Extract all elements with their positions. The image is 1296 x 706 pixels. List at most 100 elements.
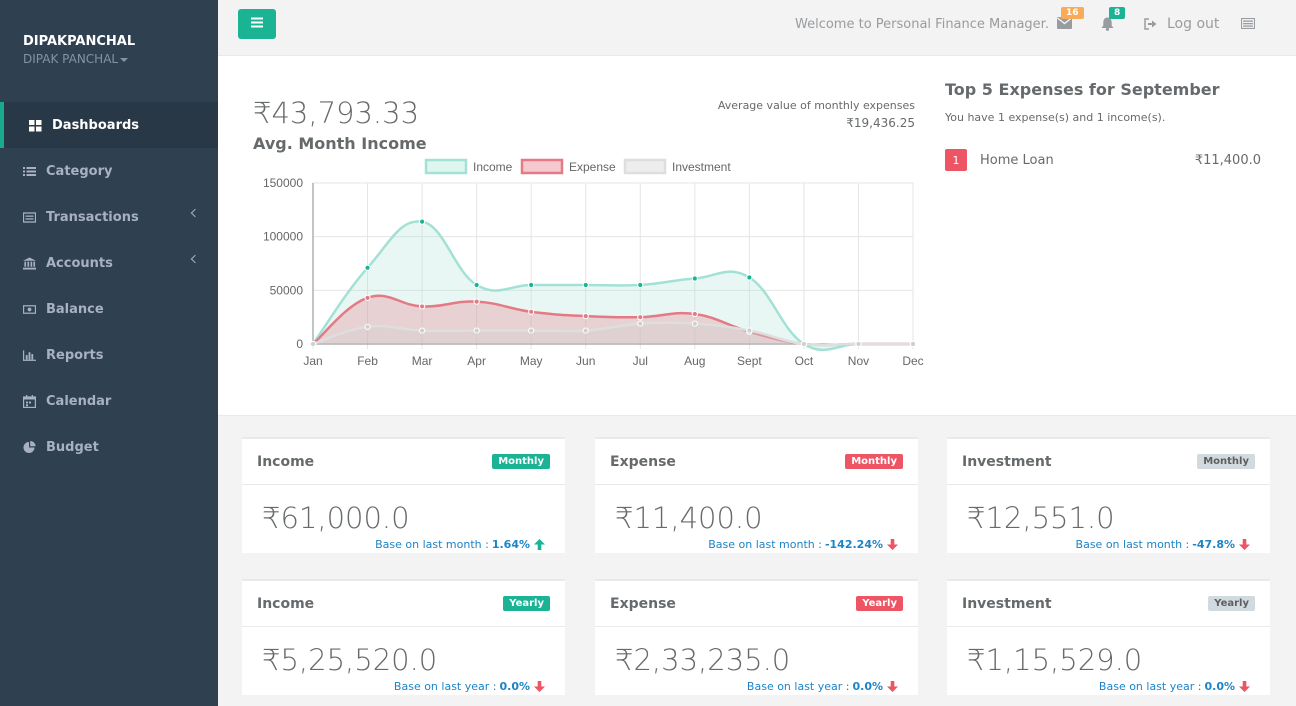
- overview-panel: ₹43,793.33 Avg. Month Income Average val…: [218, 56, 1296, 416]
- logout-label: Log out: [1167, 16, 1220, 32]
- arrow-down-icon: [887, 539, 898, 550]
- list-icon: [23, 165, 36, 178]
- notifications-button[interactable]: 8: [1101, 7, 1126, 35]
- card-value: ₹11,400.0: [615, 501, 763, 535]
- period-label: Monthly: [492, 454, 550, 469]
- right-sidebar-toggle[interactable]: [1240, 17, 1256, 33]
- y-tick-label: 0: [296, 337, 303, 351]
- investment-data-point: [528, 327, 535, 334]
- sidebar-item-label: Balance: [46, 301, 104, 317]
- bell-icon: [1101, 17, 1114, 35]
- messages-count-badge: 16: [1061, 7, 1084, 19]
- card-change: Base on last month :1.64%: [375, 538, 545, 551]
- expense-data-point: [637, 314, 644, 321]
- investment-data-point: [800, 340, 808, 348]
- change-percent: 1.64%: [491, 538, 530, 551]
- card-value: ₹12,551.0: [967, 501, 1115, 535]
- investment-data-point: [582, 327, 589, 334]
- expense-data-point: [528, 308, 535, 315]
- change-text: Base on last month :: [1075, 538, 1190, 551]
- sidebar-item-label: Transactions: [46, 209, 139, 225]
- profile-block: DIPAKPANCHAL DIPAK PANCHAL: [0, 0, 218, 102]
- x-tick-label: Jan: [303, 354, 322, 368]
- top-navbar: Welcome to Personal Finance Manager. 16 …: [218, 0, 1296, 56]
- sidebar-item-category[interactable]: Category: [0, 148, 218, 194]
- bank-icon: [23, 256, 36, 270]
- menu-toggle-button[interactable]: [238, 9, 276, 39]
- logout-link[interactable]: Log out: [1144, 16, 1219, 32]
- profile-username: DIPAKPANCHAL: [23, 34, 136, 49]
- sidebar-item-transactions[interactable]: Transactions: [0, 194, 218, 240]
- profile-display-name: DIPAK PANCHAL: [23, 52, 119, 66]
- bar-chart-icon: [23, 349, 36, 362]
- arrow-down-icon: [1239, 539, 1250, 550]
- investment-data-point: [691, 320, 698, 327]
- card-change: Base on last month : -142.24%: [708, 538, 898, 551]
- sidebar-item-dashboards[interactable]: Dashboards: [0, 102, 218, 148]
- x-tick-label: Jul: [633, 354, 648, 368]
- avg-month-income-value: ₹43,793.33: [253, 96, 420, 130]
- th-large-icon: [29, 119, 42, 132]
- period-label: Monthly: [845, 454, 903, 469]
- income-monthly-card: Income Monthly ₹61,000.0 Base on last mon…: [242, 437, 565, 553]
- x-tick-label: Oct: [795, 354, 814, 368]
- sidebar-item-accounts[interactable]: Accounts: [0, 240, 218, 286]
- y-tick-label: 150000: [263, 176, 303, 190]
- notifications-count-badge: 8: [1109, 7, 1126, 19]
- top5-item: 1 Home Loan ₹11,400.0: [945, 149, 1261, 171]
- period-label: Yearly: [856, 596, 903, 611]
- sidebar-item-reports[interactable]: Reports: [0, 332, 218, 378]
- card-change: Base on last month : -47.8%: [1076, 538, 1250, 551]
- period-label: Monthly: [1197, 454, 1255, 469]
- expense-amount: ₹11,400.0: [1194, 152, 1261, 168]
- x-tick-label: Nov: [848, 354, 869, 368]
- sidebar-item-balance[interactable]: Balance: [0, 286, 218, 332]
- investment-yearly-card: Investment Yearly ₹1,15,529.0 Base on las…: [947, 579, 1270, 695]
- investment-data-point: [746, 327, 753, 334]
- change-percent: 0.0%: [852, 680, 883, 693]
- sign-out-icon: [1144, 18, 1157, 30]
- top5-title: Top 5 Expenses for September: [945, 80, 1220, 99]
- sidebar-item-label: Dashboards: [52, 117, 140, 133]
- card-title: Income: [257, 454, 315, 470]
- expense-data-point: [582, 312, 589, 320]
- card-title: Income: [257, 596, 315, 612]
- income-data-point: [582, 281, 589, 289]
- income-data-point: [473, 281, 480, 289]
- calendar-icon: [23, 394, 36, 408]
- x-tick-label: Feb: [357, 354, 378, 368]
- card-title: Expense: [610, 454, 676, 470]
- expense-name: Home Loan: [980, 152, 1054, 168]
- expense-data-point: [418, 303, 426, 310]
- period-label: Yearly: [1208, 596, 1255, 611]
- top5-subtitle: You have 1 expense(s) and 1 income(s).: [945, 111, 1166, 124]
- change-percent: -47.8%: [1192, 538, 1235, 551]
- profile-dropdown[interactable]: DIPAK PANCHAL: [23, 52, 218, 66]
- x-tick-label: Mar: [412, 354, 433, 368]
- card-change: Base on last year :0.0%: [394, 680, 545, 693]
- change-text: Base on last month :: [375, 538, 489, 551]
- sidebar-item-budget[interactable]: Budget: [0, 424, 218, 470]
- pie-chart-icon: [23, 440, 36, 454]
- sidebar-item-calendar[interactable]: Calendar: [0, 378, 218, 424]
- expense-data-point: [691, 310, 698, 318]
- y-tick-label: 50000: [270, 283, 304, 297]
- change-text: Base on last year :: [746, 680, 850, 693]
- expense-legend-label: Expense: [569, 160, 616, 174]
- messages-button[interactable]: 16: [1057, 7, 1084, 33]
- avg-month-income-label: Avg. Month Income: [253, 134, 427, 153]
- avg-monthly-expense-label: Average value of monthly expenses: [717, 99, 915, 112]
- chevron-left-icon: [190, 208, 200, 218]
- money-icon: [23, 303, 36, 316]
- investment-legend-label: Investment: [672, 160, 731, 174]
- period-label: Yearly: [503, 596, 550, 611]
- x-tick-label: Sept: [737, 354, 762, 368]
- investment-data-point: [473, 327, 480, 334]
- arrow-up-icon: [534, 539, 545, 550]
- card-title: Investment: [962, 454, 1052, 470]
- income-legend-swatch: [424, 158, 468, 175]
- x-tick-label: Aug: [684, 354, 705, 368]
- income-data-point: [364, 264, 371, 271]
- arrow-down-icon: [1239, 681, 1250, 692]
- sidebar-item-label: Accounts: [46, 255, 113, 271]
